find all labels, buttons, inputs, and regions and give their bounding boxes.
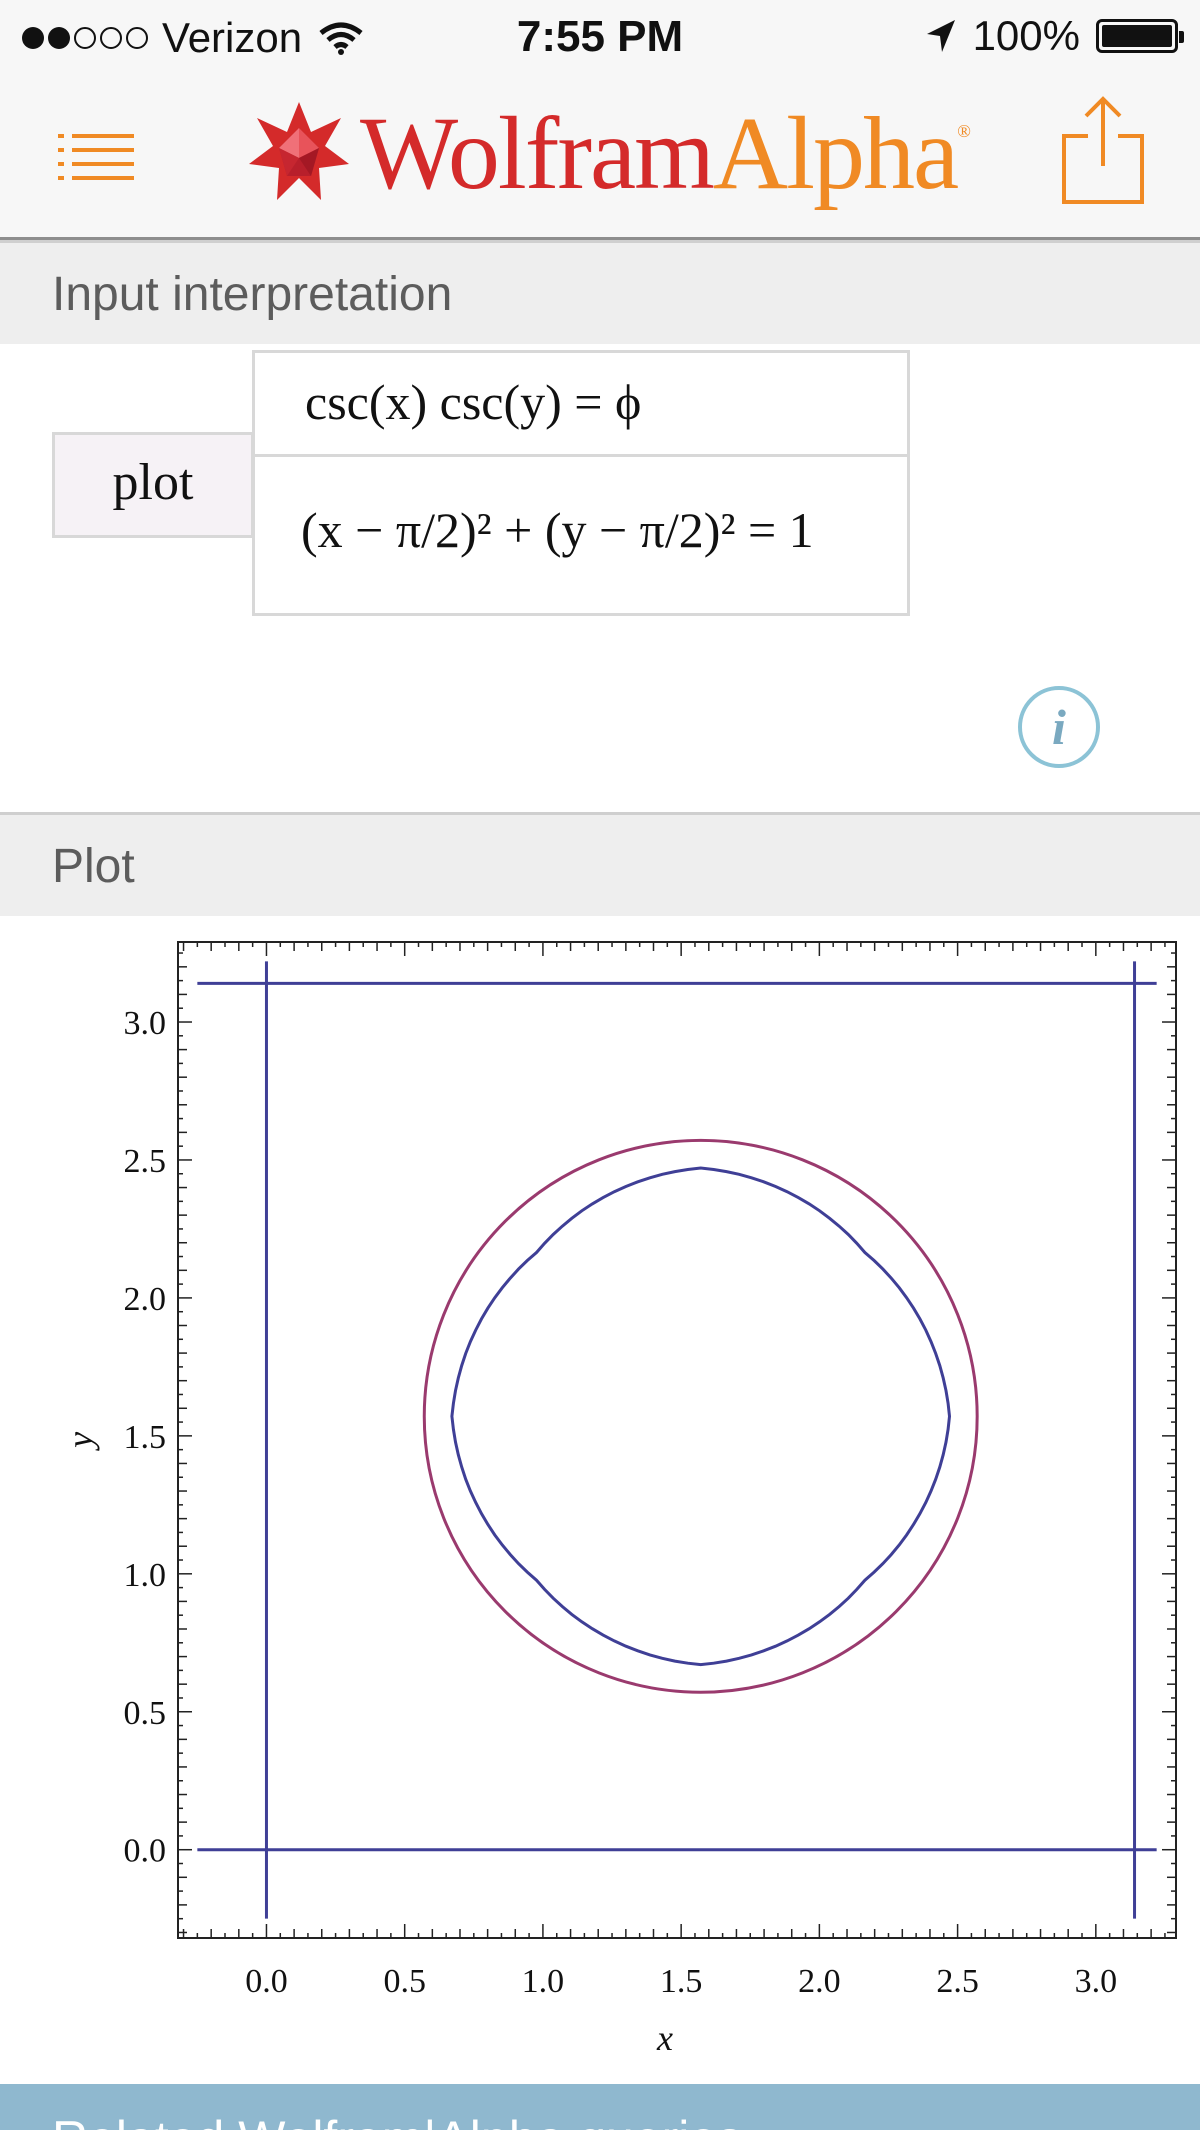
equation-row-2: (x − π/2)² + (y − π/2)² = 1 <box>255 457 907 615</box>
plot-pod: 0.0 0.5 1.0 1.5 2.0 2.5 3.0 0.0 0.5 1.0 1.5 2.0 2.5 3… <box>0 916 1200 2086</box>
y-tick-label: 0.5 <box>124 1695 167 1732</box>
status-right: 100% <box>925 12 1184 60</box>
logo-part1: Wolfram <box>360 96 715 211</box>
x-tick-label: 1.5 <box>660 1963 703 2000</box>
spikey-logo-icon <box>249 102 349 200</box>
y-tick-label: 3.0 <box>124 1005 167 1042</box>
status-bar: Verizon 7:55 PM 100% <box>0 0 1200 76</box>
app-header: WolframAlpha® <box>0 76 1200 240</box>
y-tick-label: 1.5 <box>124 1419 167 1456</box>
x-tick-label: 2.5 <box>936 1963 979 2000</box>
plot-header: Plot <box>0 812 1200 916</box>
input-interpretation-title: Input interpretation <box>52 268 453 321</box>
equation-row-1: csc(x) csc(y) = ϕ <box>255 353 907 457</box>
equation-1: csc(x) csc(y) = ϕ <box>305 374 642 430</box>
x-tick-label: 2.0 <box>798 1963 841 2000</box>
location-arrow-icon <box>926 20 955 52</box>
logo-wordmark: WolframAlpha® <box>360 102 971 206</box>
contour-closed-curve <box>450 1166 952 1667</box>
y-tick-label: 0.0 <box>124 1833 167 1870</box>
x-axis-label: x <box>656 2018 673 2058</box>
svg-text:i: i <box>1052 699 1066 755</box>
circle-curve <box>422 1138 979 1694</box>
equation-2: (x − π/2)² + (y − π/2)² = 1 <box>301 502 814 558</box>
wolframalpha-logo: WolframAlpha® <box>244 94 971 214</box>
x-tick-label: 0.0 <box>245 1963 288 2000</box>
x-tick-label: 0.5 <box>383 1963 426 2000</box>
implicit-plot[interactable]: 0.0 0.5 1.0 1.5 2.0 2.5 3.0 0.0 0.5 1.0 1.5 2.0 2.5 3… <box>0 916 1200 2086</box>
plot-frame <box>177 941 1177 1939</box>
logo-part2: Alpha <box>713 96 959 211</box>
x-tick-label: 1.0 <box>522 1963 565 2000</box>
list-menu-icon[interactable] <box>56 130 136 186</box>
battery-icon <box>1096 19 1184 53</box>
battery-tip <box>1179 31 1184 43</box>
related-queries-bar[interactable]: Related Wolfram|Alpha queries <box>0 2084 1200 2130</box>
related-queries-title: Related Wolfram|Alpha queries <box>52 2110 742 2130</box>
battery-percent: 100% <box>972 12 1080 59</box>
battery-fill <box>1102 25 1172 47</box>
y-tick-label: 2.0 <box>124 1281 167 1318</box>
y-tick-label: 1.0 <box>124 1557 167 1594</box>
plot-command-cell: plot <box>52 432 254 538</box>
y-axis-label: y <box>60 1432 100 1451</box>
info-icon[interactable]: i <box>1016 684 1102 770</box>
input-interpretation-header: Input interpretation <box>0 240 1200 344</box>
input-interpretation-pod: plot csc(x) csc(y) = ϕ (x − π/2)² + (y −… <box>0 346 1200 812</box>
y-tick-label: 2.5 <box>124 1143 167 1180</box>
equation-2-formula: (x − π/2)² + (y − π/2)² = 1 <box>301 502 814 558</box>
plot-title: Plot <box>52 840 135 893</box>
logo-registered-mark: ® <box>957 121 971 141</box>
equation-table: csc(x) csc(y) = ϕ (x − π/2)² + (y − π/2)… <box>252 350 910 616</box>
x-tick-label: 3.0 <box>1075 1963 1118 2000</box>
share-icon[interactable] <box>1060 96 1146 206</box>
